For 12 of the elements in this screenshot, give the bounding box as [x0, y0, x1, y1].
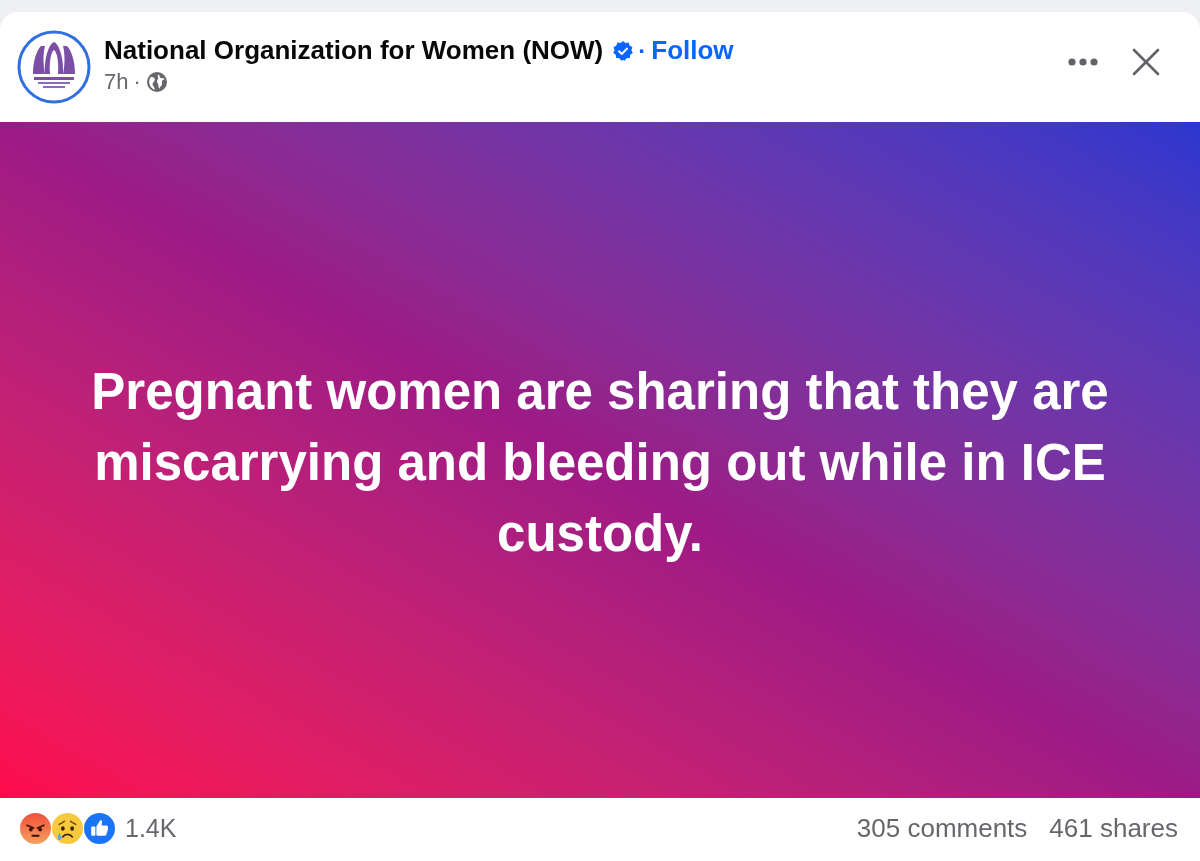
- globe-icon[interactable]: [146, 72, 167, 92]
- follow-link[interactable]: Follow: [651, 35, 734, 66]
- post-time[interactable]: 7h: [104, 69, 129, 95]
- reaction-count[interactable]: 1.4K: [125, 809, 177, 848]
- separator-dot: ·: [638, 36, 647, 66]
- post-text: Pregnant women are sharing that they are miscarrying and bleeding out while in ICE custody.: [90, 361, 1110, 564]
- close-icon: [1132, 48, 1160, 76]
- author-name[interactable]: National Organization for Women (NOW): [104, 35, 604, 66]
- ellipsis-icon: [1068, 58, 1098, 66]
- share-count[interactable]: 461 shares: [1049, 809, 1178, 848]
- comment-count[interactable]: 305 comments: [856, 809, 1028, 848]
- separator-dot: ·: [133, 69, 141, 95]
